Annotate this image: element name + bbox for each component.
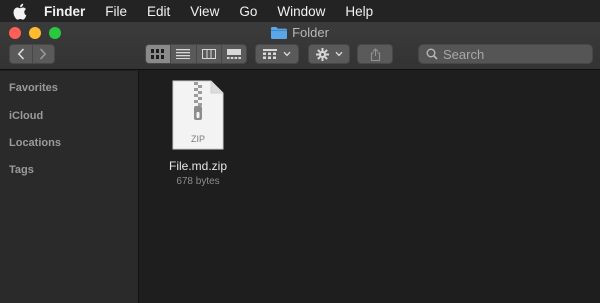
finder-window: Folder Search Favorites iCloud Locations…: [0, 22, 600, 303]
view-mode-control: [145, 44, 247, 64]
file-item[interactable]: ZIP File.md.zip 678 bytes: [162, 80, 234, 187]
search-icon: [426, 48, 438, 60]
group-by-button[interactable]: [255, 44, 299, 64]
list-view-icon: [176, 49, 191, 59]
column-view-button[interactable]: [195, 45, 221, 63]
group-grid-icon: [263, 49, 277, 59]
gear-icon: [315, 47, 329, 61]
forward-button[interactable]: [31, 45, 55, 63]
share-button[interactable]: [357, 44, 393, 64]
back-button[interactable]: [10, 45, 32, 63]
chevron-right-icon: [40, 48, 47, 60]
navigation-buttons: [9, 44, 55, 64]
column-view-icon: [201, 49, 216, 59]
file-browser-content: ZIP File.md.zip 678 bytes: [140, 71, 600, 303]
icon-view-button[interactable]: [146, 45, 171, 63]
chevron-left-icon: [17, 48, 24, 60]
window-title: Folder: [0, 25, 600, 40]
menu-edit[interactable]: Edit: [147, 4, 170, 19]
icon-view-icon: [151, 49, 165, 59]
folder-icon: [271, 26, 288, 39]
action-menu-button[interactable]: [308, 44, 350, 64]
sidebar-section-locations[interactable]: Locations: [9, 137, 61, 149]
sidebar-section-favorites[interactable]: Favorites: [9, 82, 58, 94]
sidebar-section-tags[interactable]: Tags: [9, 164, 34, 176]
chevron-down-icon: [334, 51, 343, 57]
list-view-button[interactable]: [170, 45, 195, 63]
file-name: File.md.zip: [168, 159, 227, 173]
menu-go[interactable]: Go: [239, 4, 257, 19]
gallery-view-icon: [226, 49, 241, 59]
gallery-view-button[interactable]: [220, 45, 246, 63]
window-title-text: Folder: [292, 25, 329, 40]
apple-icon[interactable]: [12, 3, 30, 20]
menu-file[interactable]: File: [105, 4, 127, 19]
window-toolbar: Folder: [0, 22, 600, 70]
menu-finder[interactable]: Finder: [44, 4, 85, 19]
menu-help[interactable]: Help: [345, 4, 373, 19]
share-icon: [370, 47, 380, 61]
menu-window[interactable]: Window: [277, 4, 325, 19]
sidebar: Favorites iCloud Locations Tags: [0, 71, 139, 303]
search-field[interactable]: [418, 44, 593, 64]
menu-view[interactable]: View: [190, 4, 219, 19]
file-size: 678 bytes: [176, 176, 220, 187]
menu-bar: Finder File Edit View Go Window Help: [0, 0, 600, 22]
chevron-down-icon: [283, 51, 291, 57]
sidebar-section-icloud[interactable]: iCloud: [9, 110, 43, 122]
search-input[interactable]: [443, 46, 583, 62]
zip-file-icon: ZIP: [172, 80, 224, 150]
file-type-badge: ZIP: [190, 134, 205, 144]
